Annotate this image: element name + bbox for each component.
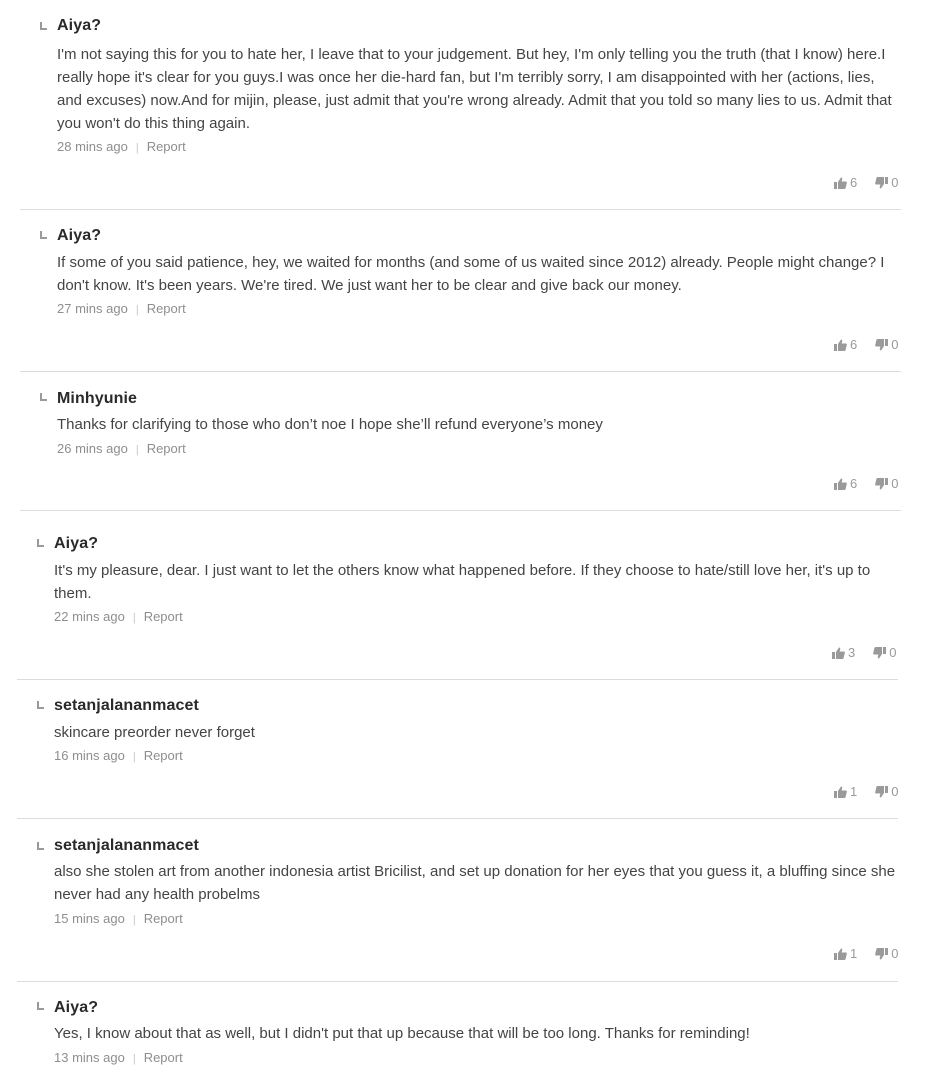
comment-item: setanjalananmacet skincare preorder neve… xyxy=(17,680,898,819)
vote-controls: 6 0 xyxy=(834,337,898,352)
thumbs-up-icon xyxy=(834,478,847,490)
dislike-count: 0 xyxy=(891,175,899,190)
comment-item: Aiya? Yes, I know about that as well, bu… xyxy=(17,982,898,1087)
thumbs-up-icon xyxy=(834,339,847,351)
report-link[interactable]: Report xyxy=(144,609,183,624)
dislike-button[interactable]: 0 xyxy=(873,645,896,660)
thumbs-down-icon xyxy=(875,477,889,489)
comment-meta: 13 mins ago | Report xyxy=(54,1050,183,1065)
thumbs-down-icon xyxy=(875,176,889,188)
meta-separator: | xyxy=(132,612,136,624)
comment-meta: 28 mins ago | Report xyxy=(57,139,186,154)
comment-text: skincare preorder never forget xyxy=(54,724,255,741)
like-count: 6 xyxy=(850,476,858,491)
like-count: 6 xyxy=(850,337,858,352)
reply-arrow-icon xyxy=(37,539,44,547)
comment-author[interactable]: Aiya? xyxy=(57,227,101,245)
dislike-button[interactable]: 0 xyxy=(875,946,898,961)
comment-text: Yes, I know about that as well, but I di… xyxy=(54,1025,750,1042)
dislike-count: 0 xyxy=(891,337,899,352)
vote-controls: 3 0 xyxy=(832,645,896,660)
comment-timestamp: 27 mins ago xyxy=(57,301,128,316)
thumbs-down-icon xyxy=(875,338,889,350)
comment-author[interactable]: Aiya? xyxy=(54,999,98,1017)
like-count: 1 xyxy=(850,946,858,961)
comment-author[interactable]: setanjalananmacet xyxy=(54,837,199,855)
like-button[interactable]: 3 xyxy=(832,645,855,660)
report-link[interactable]: Report xyxy=(147,301,186,316)
dislike-button[interactable]: 0 xyxy=(875,476,898,491)
dislike-button[interactable]: 0 xyxy=(875,175,898,190)
like-count: 3 xyxy=(848,645,856,660)
dislike-count: 0 xyxy=(889,645,897,660)
vote-controls: 6 0 xyxy=(834,476,898,491)
like-button[interactable]: 6 xyxy=(834,175,857,190)
report-link[interactable]: Report xyxy=(144,748,183,763)
comment-timestamp: 13 mins ago xyxy=(54,1050,125,1065)
comment-item: Minhyunie Thanks for clarifying to those… xyxy=(20,372,901,511)
dislike-button[interactable]: 0 xyxy=(875,337,898,352)
meta-separator: | xyxy=(132,914,136,926)
like-button[interactable]: 6 xyxy=(834,476,857,491)
comment-item: setanjalananmacet also she stolen art fr… xyxy=(17,819,898,982)
thumbs-down-icon xyxy=(875,785,889,797)
like-count: 1 xyxy=(850,784,858,799)
comment-meta: 16 mins ago | Report xyxy=(54,748,183,763)
comment-author[interactable]: Aiya? xyxy=(57,17,101,35)
like-count: 6 xyxy=(850,175,858,190)
thumbs-up-icon xyxy=(834,786,847,798)
thumbs-up-icon xyxy=(834,177,847,189)
comment-text: If some of you said patience, hey, we wa… xyxy=(57,254,885,294)
meta-separator: | xyxy=(135,444,139,456)
reply-arrow-icon xyxy=(40,22,47,30)
comment-meta: 22 mins ago | Report xyxy=(54,609,183,624)
comment-meta: 26 mins ago | Report xyxy=(57,441,186,456)
dislike-button[interactable]: 0 xyxy=(875,784,898,799)
comment-item: Aiya? If some of you said patience, hey,… xyxy=(20,210,901,372)
reply-arrow-icon xyxy=(40,231,47,239)
report-link[interactable]: Report xyxy=(144,911,183,926)
thumbs-down-icon xyxy=(873,646,887,658)
thumbs-up-icon xyxy=(832,647,845,659)
like-button[interactable]: 6 xyxy=(834,337,857,352)
report-link[interactable]: Report xyxy=(147,139,186,154)
comment-timestamp: 15 mins ago xyxy=(54,911,125,926)
like-button[interactable]: 1 xyxy=(834,946,857,961)
comment-author[interactable]: setanjalananmacet xyxy=(54,697,199,715)
reply-arrow-icon xyxy=(37,842,44,850)
thumbs-down-icon xyxy=(875,947,889,959)
comment-timestamp: 28 mins ago xyxy=(57,139,128,154)
comment-timestamp: 22 mins ago xyxy=(54,609,125,624)
meta-separator: | xyxy=(135,304,139,316)
dislike-count: 0 xyxy=(891,946,899,961)
dislike-count: 0 xyxy=(891,476,899,491)
meta-separator: | xyxy=(132,1053,136,1065)
meta-separator: | xyxy=(135,142,139,154)
meta-separator: | xyxy=(132,751,136,763)
reply-arrow-icon xyxy=(37,1002,44,1010)
comment-meta: 27 mins ago | Report xyxy=(57,301,186,316)
comment-item: Aiya? I'm not saying this for you to hat… xyxy=(20,0,901,210)
vote-controls: 1 0 xyxy=(834,946,898,961)
vote-controls: 1 0 xyxy=(834,784,898,799)
report-link[interactable]: Report xyxy=(144,1050,183,1065)
comment-author[interactable]: Aiya? xyxy=(54,535,98,553)
comment-meta: 15 mins ago | Report xyxy=(54,911,183,926)
comment-item: Aiya? It's my pleasure, dear. I just wan… xyxy=(17,511,898,680)
reply-arrow-icon xyxy=(40,393,47,401)
comment-timestamp: 26 mins ago xyxy=(57,441,128,456)
like-button[interactable]: 1 xyxy=(834,784,857,799)
comment-text: also she stolen art from another indones… xyxy=(54,863,896,903)
comment-timestamp: 16 mins ago xyxy=(54,748,125,763)
comment-text: Thanks for clarifying to those who don’t… xyxy=(57,416,603,433)
reply-arrow-icon xyxy=(37,701,44,709)
comment-text: I'm not saying this for you to hate her,… xyxy=(57,46,892,132)
vote-controls: 6 0 xyxy=(834,175,898,190)
dislike-count: 0 xyxy=(891,784,899,799)
comment-author[interactable]: Minhyunie xyxy=(57,390,137,408)
report-link[interactable]: Report xyxy=(147,441,186,456)
comment-text: It's my pleasure, dear. I just want to l… xyxy=(54,562,871,602)
thumbs-up-icon xyxy=(834,948,847,960)
